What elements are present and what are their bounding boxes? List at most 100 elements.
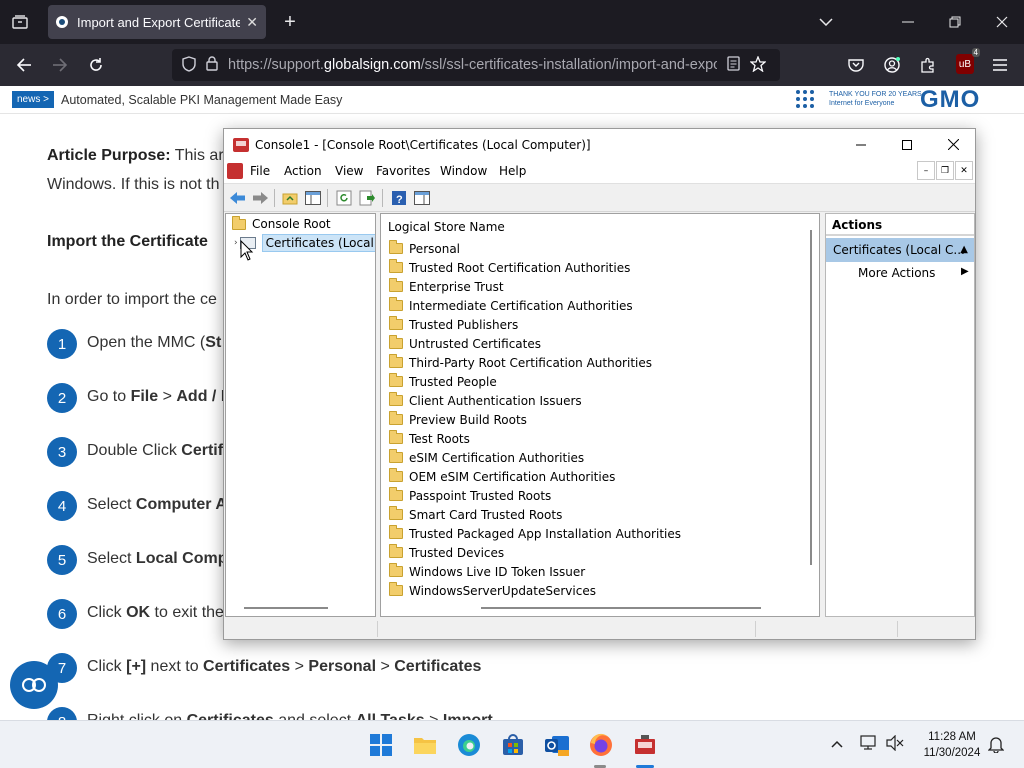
pocket-icon[interactable] <box>840 44 872 86</box>
menu-favorites[interactable]: Favorites <box>376 164 430 178</box>
expand-chevron-icon[interactable]: › <box>234 238 238 248</box>
step-number: 8 <box>47 707 77 720</box>
logical-store-row[interactable]: Trusted Root Certification Authorities <box>389 258 630 277</box>
logical-store-row[interactable]: Intermediate Certification Authorities <box>389 296 633 315</box>
logical-store-name: Client Authentication Issuers <box>409 393 582 408</box>
notification-bell-icon[interactable] <box>987 735 1005 757</box>
back-arrow-icon[interactable] <box>8 44 40 86</box>
tracking-protection-shield-icon[interactable] <box>182 55 196 75</box>
collapse-arrow-icon[interactable]: ▲ <box>960 244 968 255</box>
edge-browser-icon[interactable] <box>455 731 483 759</box>
mmc-maximize-icon[interactable] <box>884 129 930 160</box>
windows-taskbar: 11:28 AM 11/30/2024 <box>0 720 1024 768</box>
tree-item-console-root[interactable]: Console Root <box>232 215 331 231</box>
logical-store-name: Trusted Packaged App Installation Author… <box>409 526 681 541</box>
tree-item-certificates[interactable]: › Certificates (Local C <box>234 234 375 252</box>
menu-action[interactable]: Action <box>284 164 322 178</box>
tree-horizontal-scrollbar[interactable] <box>244 607 328 609</box>
bookmark-star-icon[interactable] <box>749 54 767 75</box>
logical-store-row[interactable]: eSIM Certification Authorities <box>389 448 584 467</box>
close-window-icon[interactable] <box>990 10 1014 34</box>
reader-view-icon[interactable] <box>727 56 740 74</box>
logical-store-row[interactable]: Trusted People <box>389 372 497 391</box>
results-vertical-scrollbar[interactable] <box>810 230 812 565</box>
network-icon[interactable] <box>860 735 878 755</box>
logical-store-row[interactable]: Trusted Packaged App Installation Author… <box>389 524 681 543</box>
mdi-restore-icon[interactable]: ❐ <box>936 161 954 180</box>
step-number: 3 <box>47 437 77 467</box>
mdi-minimize-icon[interactable]: – <box>917 161 935 180</box>
volume-muted-icon[interactable] <box>886 734 904 755</box>
logical-store-row[interactable]: Smart Card Trusted Roots <box>389 505 562 524</box>
logical-store-row[interactable]: OEM eSIM Certification Authorities <box>389 467 615 486</box>
logical-store-row[interactable]: Untrusted Certificates <box>389 334 541 353</box>
tab-overview-icon[interactable] <box>8 10 32 34</box>
results-horizontal-scrollbar[interactable] <box>481 607 761 609</box>
logical-store-name: Smart Card Trusted Roots <box>409 507 563 522</box>
logical-store-row[interactable]: Trusted Devices <box>389 543 504 562</box>
menu-window[interactable]: Window <box>440 164 487 178</box>
export-list-icon[interactable] <box>358 189 376 207</box>
lock-icon[interactable] <box>206 56 218 74</box>
clock-date: 11/30/2024 <box>923 747 981 759</box>
folder-icon <box>389 259 403 273</box>
logical-store-row[interactable]: Third-Party Root Certification Authoriti… <box>389 353 652 372</box>
column-header-logical-store-name[interactable]: Logical Store Name <box>388 220 505 234</box>
logical-store-row[interactable]: Trusted Publishers <box>389 315 518 334</box>
mmc-taskbar-icon[interactable] <box>631 731 659 759</box>
gmo-logo[interactable]: GMO <box>920 86 980 114</box>
reload-icon[interactable] <box>80 44 112 86</box>
mmc-title-bar[interactable]: Console1 - [Console Root\Certificates (L… <box>224 129 975 160</box>
folder-icon <box>389 316 403 330</box>
logical-store-row[interactable]: Passpoint Trusted Roots <box>389 486 551 505</box>
refresh-icon[interactable] <box>335 189 353 207</box>
logical-store-row[interactable]: Test Roots <box>389 429 470 448</box>
account-icon[interactable] <box>876 44 908 86</box>
minimize-icon[interactable] <box>896 10 920 34</box>
microsoft-store-icon[interactable] <box>499 731 527 759</box>
system-clock[interactable]: 11:28 AM 11/30/2024 <box>912 729 992 761</box>
actions-section-certificates[interactable]: Certificates (Local C... ▲ <box>826 238 974 262</box>
news-headline-link[interactable]: Automated, Scalable PKI Management Made … <box>61 93 342 107</box>
ublock-origin-icon[interactable]: uB 4 <box>956 48 980 74</box>
mdi-close-icon[interactable]: ✕ <box>955 161 973 180</box>
menu-help[interactable]: Help <box>499 164 526 178</box>
show-hide-action-pane-icon[interactable] <box>413 189 431 207</box>
mmc-close-icon[interactable] <box>930 129 976 160</box>
logical-store-row[interactable]: Windows Live ID Token Issuer <box>389 562 585 581</box>
address-bar[interactable]: https://support.globalsign.com/ssl/ssl-c… <box>172 49 780 81</box>
logical-store-row[interactable]: Enterprise Trust <box>389 277 504 296</box>
up-one-level-icon[interactable] <box>281 189 299 207</box>
logical-store-row[interactable]: Client Authentication Issuers <box>389 391 582 410</box>
console-document-icon[interactable] <box>227 163 243 179</box>
forward-arrow-icon[interactable] <box>44 44 76 86</box>
forward-arrow-icon[interactable] <box>251 189 269 207</box>
logical-store-row[interactable]: WindowsServerUpdateServices <box>389 581 596 600</box>
news-badge[interactable]: news > <box>12 91 54 108</box>
logical-store-name: eSIM Certification Authorities <box>409 450 585 465</box>
chat-widget-button[interactable] <box>10 661 58 709</box>
tab-close-icon[interactable]: ✕ <box>246 14 258 31</box>
restore-icon[interactable] <box>943 10 967 34</box>
mmc-minimize-icon[interactable] <box>838 129 884 160</box>
extensions-puzzle-icon[interactable] <box>912 44 944 86</box>
outlook-new-icon[interactable] <box>543 731 571 759</box>
logical-store-row[interactable]: Preview Build Roots <box>389 410 527 429</box>
start-windows-icon[interactable] <box>367 731 395 759</box>
more-actions-link[interactable]: More Actions <box>858 266 935 280</box>
menu-view[interactable]: View <box>335 164 363 178</box>
step-number: 4 <box>47 491 77 521</box>
back-arrow-icon[interactable] <box>229 189 247 207</box>
new-tab-button[interactable]: + <box>278 10 302 34</box>
browser-tab[interactable]: Import and Export Certificate - ✕ <box>48 5 266 39</box>
firefox-icon[interactable] <box>587 731 615 759</box>
step-text: Right click on Certificates and select A… <box>87 712 493 720</box>
logical-store-row[interactable]: Personal <box>389 239 460 258</box>
list-all-tabs-icon[interactable] <box>814 10 838 34</box>
show-hidden-icons-chevron-icon[interactable] <box>831 735 843 752</box>
hamburger-menu-icon[interactable] <box>984 44 1016 86</box>
file-explorer-icon[interactable] <box>411 731 439 759</box>
menu-file[interactable]: File <box>250 164 270 178</box>
help-icon[interactable]: ? <box>390 189 408 207</box>
show-hide-console-tree-icon[interactable] <box>304 189 322 207</box>
